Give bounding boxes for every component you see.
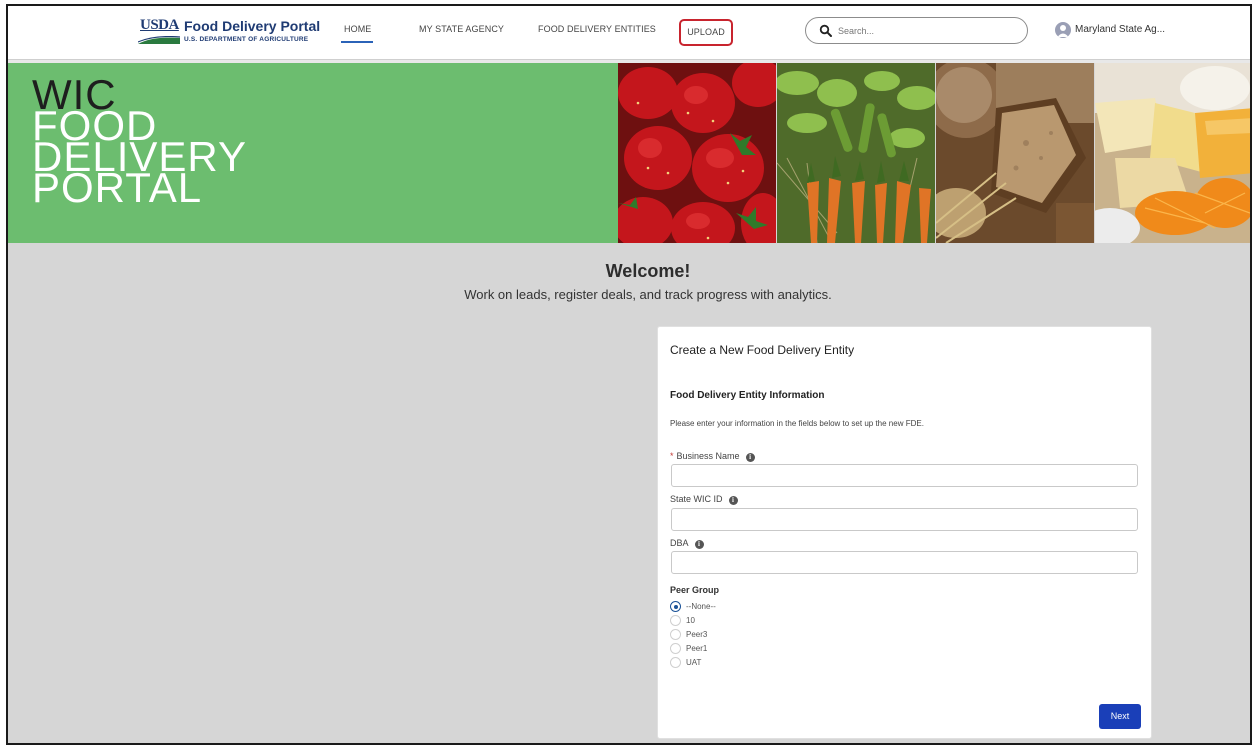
radio-button[interactable] <box>670 657 681 668</box>
business-name-label-text: Business Name <box>676 451 740 461</box>
search-box[interactable] <box>805 17 1028 44</box>
dba-label-text: DBA <box>670 538 689 548</box>
card-title: Create a New Food Delivery Entity <box>670 343 855 357</box>
info-icon[interactable]: i <box>728 496 738 505</box>
state-wic-id-label: State WIC ID i <box>670 494 738 505</box>
radio-button[interactable] <box>670 629 681 640</box>
search-input[interactable] <box>838 22 1018 40</box>
state-wic-id-label-text: State WIC ID <box>670 494 723 504</box>
nav-home[interactable]: HOME <box>344 24 371 34</box>
hero-title-panel: WIC FOOD DELIVERY PORTAL <box>8 63 618 243</box>
radio-label: Peer3 <box>686 630 708 639</box>
hero-title: WIC FOOD DELIVERY PORTAL <box>32 74 247 209</box>
business-name-label: * Business Name i <box>670 451 755 462</box>
dba-input[interactable] <box>671 551 1138 574</box>
radio-button[interactable] <box>670 643 681 654</box>
radio-button[interactable] <box>670 601 681 612</box>
nav-my-state-agency[interactable]: MY STATE AGENCY <box>419 24 504 34</box>
dba-label: DBA i <box>670 538 704 549</box>
info-icon[interactable]: i <box>694 540 704 549</box>
create-fde-card: Create a New Food Delivery Entity Food D… <box>657 326 1152 739</box>
radio-label: 10 <box>686 616 695 625</box>
logo-subtitle: U.S. DEPARTMENT OF AGRICULTURE <box>184 36 309 43</box>
bread-image <box>936 63 1094 243</box>
top-header: USDA Food Delivery Portal U.S. DEPARTMEN… <box>8 6 1250 60</box>
welcome-subtitle: Work on leads, register deals, and track… <box>464 287 832 302</box>
nav-upload[interactable]: UPLOAD <box>679 19 733 46</box>
usda-logo-mark: USDA <box>140 17 179 33</box>
radio-label: Peer1 <box>686 644 708 653</box>
welcome-title: Welcome! <box>605 261 691 281</box>
search-icon <box>819 24 832 37</box>
radio-label: UAT <box>686 658 702 667</box>
radio-label: --None-- <box>686 602 716 611</box>
cheese-image <box>1095 63 1250 243</box>
vegetables-image <box>777 63 935 243</box>
usda-mark-icon: USDA <box>138 17 180 47</box>
business-name-input[interactable] <box>671 464 1138 487</box>
next-button[interactable]: Next <box>1099 704 1141 729</box>
state-wic-id-input[interactable] <box>671 508 1138 531</box>
logo-title: Food Delivery Portal <box>184 18 321 34</box>
peer-group-label: Peer Group <box>670 585 720 595</box>
nav-food-delivery-entities[interactable]: FOOD DELIVERY ENTITIES <box>538 24 656 34</box>
required-marker: * <box>670 451 674 461</box>
hero-banner: WIC FOOD DELIVERY PORTAL <box>8 63 1250 243</box>
app-window: USDA Food Delivery Portal U.S. DEPARTMEN… <box>6 4 1252 745</box>
section-title: Food Delivery Entity Information <box>670 390 825 401</box>
usda-swoosh-icon <box>138 36 180 44</box>
nav-active-indicator <box>341 41 373 43</box>
radio-button[interactable] <box>670 615 681 626</box>
helper-text: Please enter your information in the fie… <box>670 419 924 428</box>
avatar-icon <box>1055 22 1071 38</box>
strawberries-image <box>618 63 776 243</box>
info-icon[interactable]: i <box>745 453 755 462</box>
user-name: Maryland State Ag... <box>1075 24 1166 35</box>
